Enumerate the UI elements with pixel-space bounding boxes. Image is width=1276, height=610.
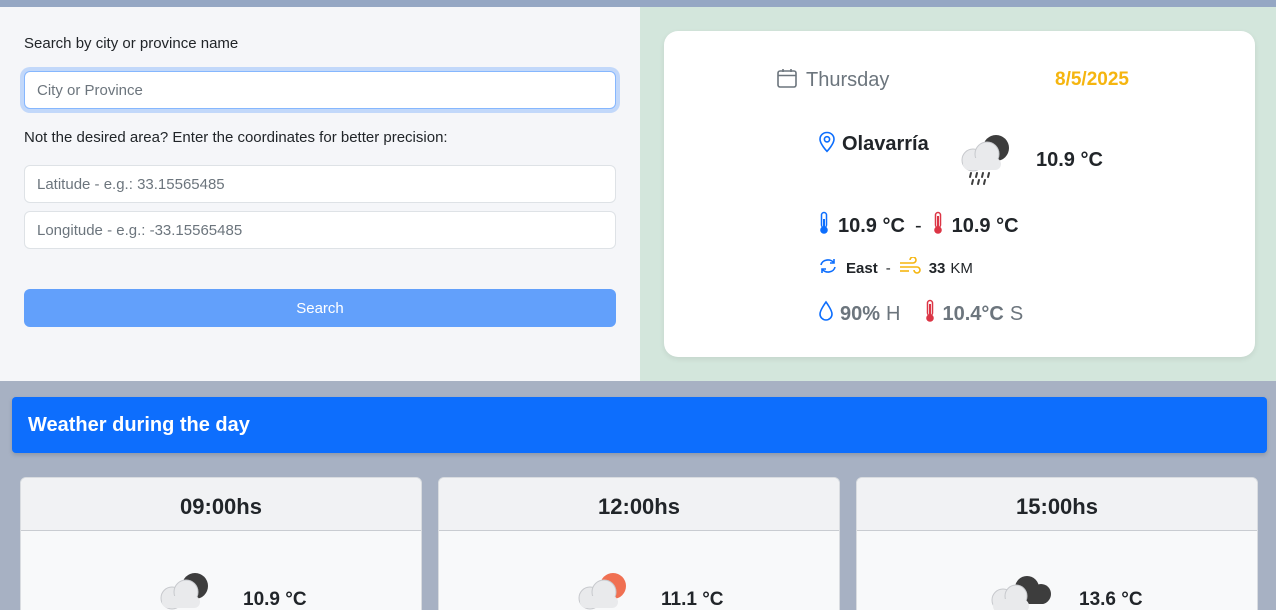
feels-like-suffix: S (1009, 302, 1024, 325)
min-max-row: 10.9 °C - 10.9 °C (818, 211, 1019, 241)
city-input[interactable] (24, 71, 616, 109)
humidity-value: 90% (840, 302, 881, 325)
city-search-label: Search by city or province name (24, 35, 239, 52)
location-row: Olavarría (818, 131, 929, 158)
wind-direction: East (846, 259, 878, 277)
forecast-temperature: 11.1 °C (661, 589, 724, 610)
latitude-input[interactable] (24, 165, 616, 203)
calendar-icon (776, 67, 798, 94)
thermometer-cold-icon (818, 211, 830, 241)
forecast-card: 09:00hs 10.9 °C (20, 477, 422, 610)
forecast-hour: 15:00hs (857, 478, 1257, 531)
humidity-row: 90% H 10.4°C S (818, 299, 1023, 329)
search-panel: Search by city or province name Not the … (0, 7, 640, 381)
forecast-hour: 12:00hs (439, 478, 839, 531)
cloud-rain-night-icon (157, 570, 215, 610)
wind-unit: KM (950, 259, 973, 277)
cloud-rain-night-icon (956, 131, 1018, 192)
coordinates-label: Not the desired area? Enter the coordina… (24, 129, 448, 146)
humidity-suffix: H (886, 302, 901, 325)
cloud-rain-sun-icon (575, 570, 633, 610)
forecast-hour: 09:00hs (21, 478, 421, 531)
wind-icon (899, 256, 921, 279)
min-temperature: 10.9 °C (838, 214, 905, 237)
current-temperature: 10.9 °C (1036, 149, 1103, 171)
forecast-temperature: 13.6 °C (1079, 589, 1143, 610)
wind-speed: 33 (928, 259, 946, 277)
thermometer-feels-icon (924, 299, 936, 329)
city-name: Olavarría (842, 133, 929, 155)
arrows-cycle-icon (818, 257, 838, 279)
current-weather-panel: Thursday 8/5/2025 Olavarría 10.9 °C 10.9… (640, 7, 1276, 381)
separator: - (885, 259, 891, 277)
cloud-dark-icon (983, 570, 1057, 610)
longitude-input[interactable] (24, 211, 616, 249)
forecast-card: 12:00hs 11.1 °C (438, 477, 840, 610)
search-button[interactable]: Search (24, 289, 616, 327)
daily-weather-header: Weather during the day (12, 397, 1267, 453)
separator: - (914, 214, 922, 237)
forecast-card: 15:00hs 13.6 °C (856, 477, 1258, 610)
daily-weather-title: Weather during the day (28, 414, 250, 436)
day-row: Thursday (776, 67, 889, 94)
thermometer-hot-icon (932, 211, 944, 241)
droplet-icon (818, 300, 834, 328)
current-date: 8/5/2025 (1055, 69, 1129, 90)
feels-like-value: 10.4°C (942, 302, 1004, 325)
wind-row: East - 33 KM (818, 256, 973, 279)
forecast-temperature: 10.9 °C (243, 589, 307, 610)
max-temperature: 10.9 °C (951, 214, 1019, 237)
current-weather-card: Thursday 8/5/2025 Olavarría 10.9 °C 10.9… (664, 31, 1255, 357)
location-pin-icon (818, 131, 836, 158)
top-bar (0, 0, 1276, 7)
day-name: Thursday (806, 69, 890, 91)
